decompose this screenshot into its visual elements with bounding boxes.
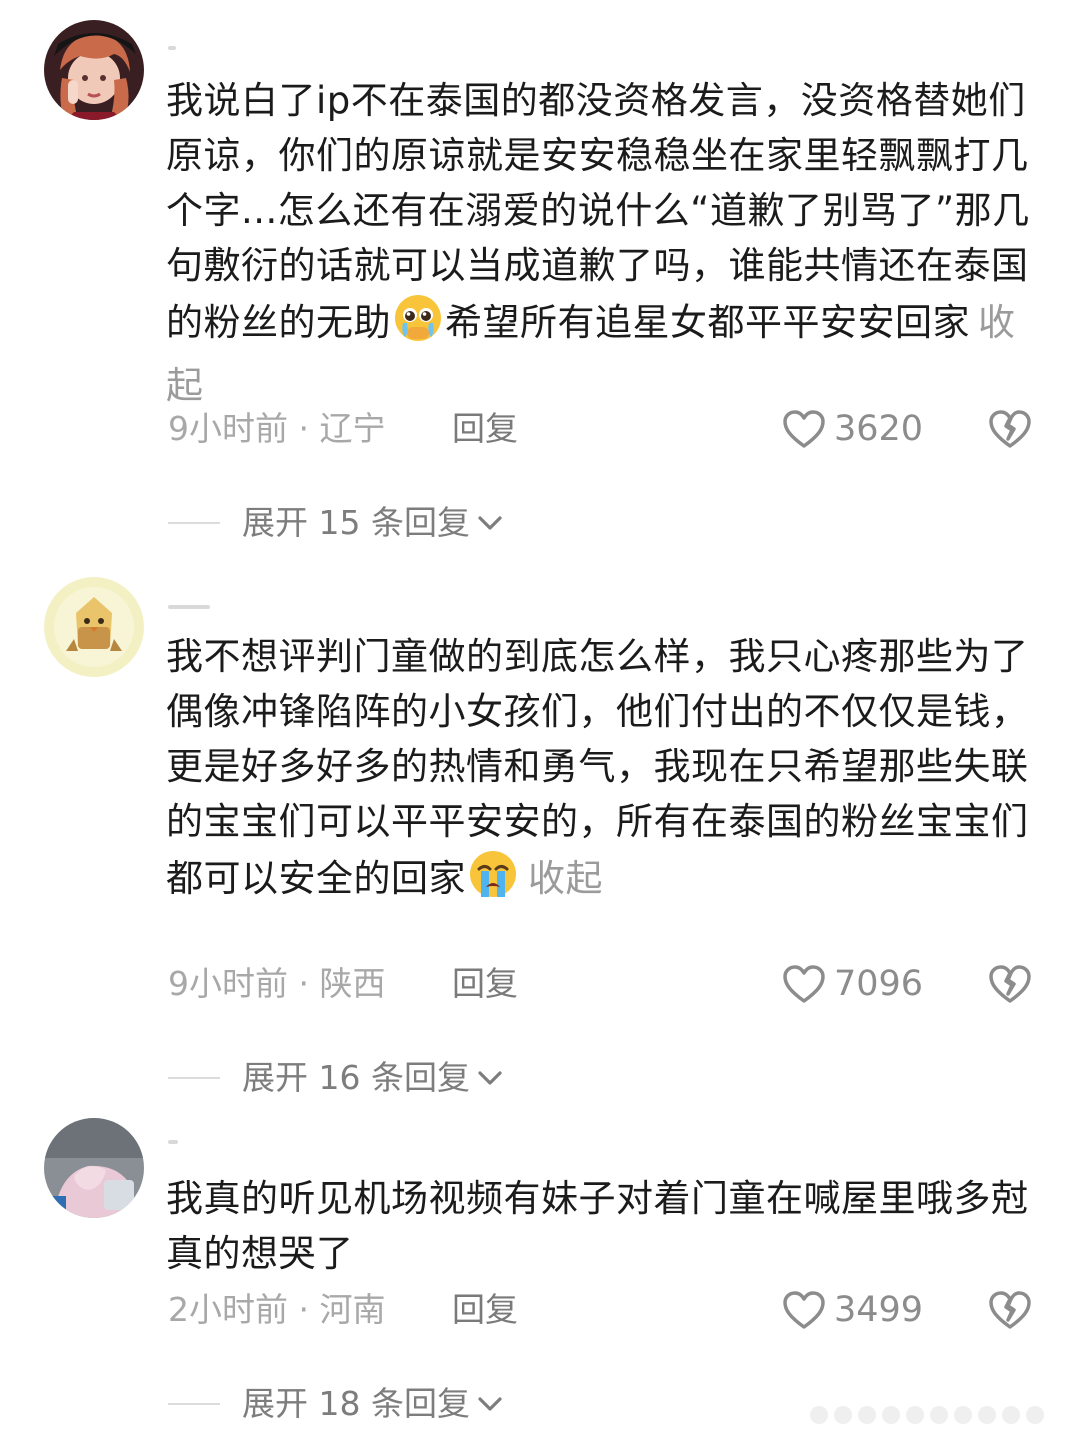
comment-text: 我真的听见机场视频有妹子对着门童在喊屋里哦多尅真的想哭了 — [166, 1177, 1029, 1275]
broken-heart-icon — [989, 1291, 1031, 1329]
username[interactable] — [168, 1140, 178, 1144]
username[interactable] — [168, 605, 210, 609]
dislike-button[interactable] — [988, 409, 1032, 453]
like-button[interactable]: 3499 — [782, 1290, 923, 1330]
watermark — [810, 1404, 1058, 1426]
broken-heart-icon — [989, 410, 1031, 448]
comment-meta: 2小时前 · 河南 — [168, 1290, 386, 1329]
collapse-link[interactable]: 收起 — [528, 857, 603, 900]
comment-text: 我不想评判门童做的到底怎么样，我只心疼那些为了偶像冲锋陷阵的小女孩们，他们付出的… — [166, 629, 1036, 914]
pleading-face-icon — [393, 293, 443, 358]
divider-line — [168, 1077, 220, 1079]
comment-meta: 9小时前 · 辽宁 — [168, 409, 386, 448]
like-button[interactable]: 7096 — [782, 964, 923, 1004]
avatar[interactable] — [44, 20, 144, 120]
heart-icon — [783, 410, 825, 448]
heart-icon — [783, 1291, 825, 1329]
reply-button[interactable]: 回复 — [452, 964, 518, 1004]
like-count: 3620 — [834, 409, 924, 449]
chevron-down-icon — [478, 516, 502, 530]
comment-text: 我说白了ip不在泰国的都没资格发言，没资格替她们原谅，你们的原谅就是安安稳稳坐在… — [166, 79, 1030, 407]
divider-line — [168, 1403, 220, 1405]
like-count: 7096 — [834, 964, 924, 1004]
broken-heart-icon — [989, 965, 1031, 1003]
like-button[interactable]: 3620 — [782, 409, 923, 449]
dislike-button[interactable] — [988, 964, 1032, 1008]
expand-replies-label: 展开 16 条回复 — [242, 1058, 470, 1097]
comment-meta: 9小时前 · 陕西 — [168, 964, 386, 1003]
expand-replies-label: 展开 15 条回复 — [242, 503, 470, 542]
expand-replies-button[interactable]: 展开 16 条回复 — [168, 1058, 504, 1098]
dislike-button[interactable] — [988, 1290, 1032, 1334]
expand-replies-button[interactable]: 展开 15 条回复 — [168, 503, 504, 543]
heart-icon — [783, 965, 825, 1003]
chevron-down-icon — [478, 1071, 502, 1085]
reply-button[interactable]: 回复 — [452, 409, 518, 449]
avatar[interactable] — [44, 577, 144, 677]
divider-line — [168, 522, 220, 524]
username[interactable] — [168, 46, 176, 50]
expand-replies-button[interactable]: 展开 18 条回复 — [168, 1384, 504, 1424]
like-count: 3499 — [834, 1290, 924, 1330]
reply-button[interactable]: 回复 — [452, 1290, 518, 1330]
expand-replies-label: 展开 18 条回复 — [242, 1384, 470, 1423]
chevron-down-icon — [478, 1397, 502, 1411]
crying-face-icon — [468, 849, 518, 914]
avatar[interactable] — [44, 1118, 144, 1218]
